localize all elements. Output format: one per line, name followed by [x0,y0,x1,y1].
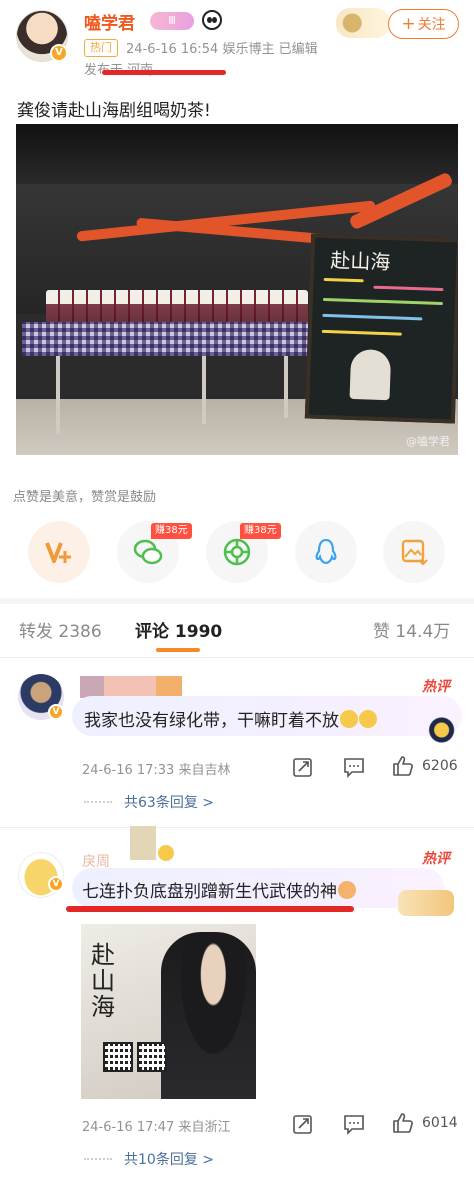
verified-icon: V [48,876,64,892]
commenter-name-blurred[interactable] [104,676,156,698]
view-replies-link[interactable]: 共63条回复 > [124,792,214,812]
poster-title: 赴山海 [91,941,115,1021]
hot-tag: 热门 [84,39,118,57]
wechat-icon [133,539,163,565]
comment-meta: 24-6-16 17:47 来自浙江 [82,1120,231,1135]
reply-icon[interactable] [343,756,365,778]
repost-icon[interactable] [292,756,314,778]
badge-icon [158,845,174,861]
chalkboard-title: 赴山海 [329,248,391,275]
hot-comment-label: 热评 [422,679,450,695]
chalk-line [322,313,423,321]
comment-image[interactable]: 赴山海 [81,924,256,1099]
verified-icon: V [50,44,68,62]
reply-dots [84,801,112,803]
comment-body: 我家也没有绿化带，干嘛盯着不放 [84,711,339,731]
reply-dots [84,1158,112,1160]
v-plus-icon [45,542,71,563]
image-watermark: @嗑学君 [406,435,450,448]
comment-meta: 24-6-16 17:33 来自吉林 [82,763,231,778]
tab-like[interactable]: 赞 14.4万 [373,617,450,642]
red-annotation-line [102,70,226,75]
like-count: 6206 [422,758,458,774]
table-leg [284,354,288,418]
like-icon[interactable] [392,755,414,777]
checkered-table [22,322,310,356]
commenter-name-blurred[interactable] [130,826,156,860]
qr-code [137,1042,167,1072]
repost-icon[interactable] [292,1113,314,1135]
chalkboard: 赴山海 [304,233,458,424]
comment-divider [0,827,474,828]
like-icon[interactable] [392,1112,414,1134]
poster-figure [161,932,256,1099]
chalk-line [321,329,402,336]
post-text: 龚俊请赴山海剧组喝奶茶! [17,101,211,121]
panda-badge-icon [202,10,222,30]
tab-repost[interactable]: 转发 2386 [19,617,102,642]
qr-code [103,1042,133,1072]
view-replies-link[interactable]: 共10条回复 > [124,1149,214,1169]
chalk-line [373,285,444,292]
follow-button[interactable]: + 关注 [388,9,459,39]
hot-comment-label: 热评 [422,851,450,867]
like-count: 6014 [422,1115,458,1131]
moments-icon [223,538,251,566]
table-leg [202,354,206,424]
post-image[interactable]: 赴山海 @嗑学君 [16,124,458,455]
reward-prompt: 点赞是美意，赞赏是鼓励 [13,490,157,505]
red-annotation-line [66,906,354,912]
comment-text: 我家也没有绿化带，干嘛盯着不放 [84,706,377,731]
post-meta: 24-6-16 16:54 娱乐博主 已编辑 [126,42,318,57]
commenter-name-blurred[interactable] [80,676,104,698]
emoji-icon [338,881,356,899]
chalk-figure [349,348,392,401]
author-name[interactable]: 嗑学君 [84,9,135,34]
follow-label: 关注 [417,17,446,33]
commenter-name-blurred[interactable] [156,676,182,698]
fan-badge-icon [336,8,390,38]
chalk-line [323,277,364,283]
bubble-sticker-icon [428,716,462,744]
tab-indicator [156,648,200,652]
comment-body: 七连扑负底盘别蹭新生代武侠的神 [82,882,337,902]
earn-badge: 赚38元 [151,523,192,539]
vip-reward-button[interactable] [28,521,90,583]
emoji-icon [340,710,358,728]
comment-text: 七连扑负底盘别蹭新生代武侠的神 [82,877,356,902]
tent-shape [16,124,458,184]
bubble-sticker-icon [398,890,454,916]
save-image-icon [401,539,428,566]
emoji-icon [359,710,377,728]
table-leg [56,354,60,434]
qq-icon [315,538,337,565]
share-qq-button[interactable] [295,521,357,583]
save-image-button[interactable] [383,521,445,583]
tabs-divider [0,657,474,658]
verified-icon: V [48,704,64,720]
reply-icon[interactable] [343,1113,365,1135]
plus-icon: + [401,14,416,34]
tab-comment[interactable]: 评论 1990 [135,617,222,642]
post-location: 发布于 河南 [84,59,153,78]
earn-badge: 赚38元 [240,523,281,539]
section-divider [0,598,474,604]
member-level-badge[interactable]: Ⅲ [150,12,194,30]
chalk-line [322,297,443,306]
